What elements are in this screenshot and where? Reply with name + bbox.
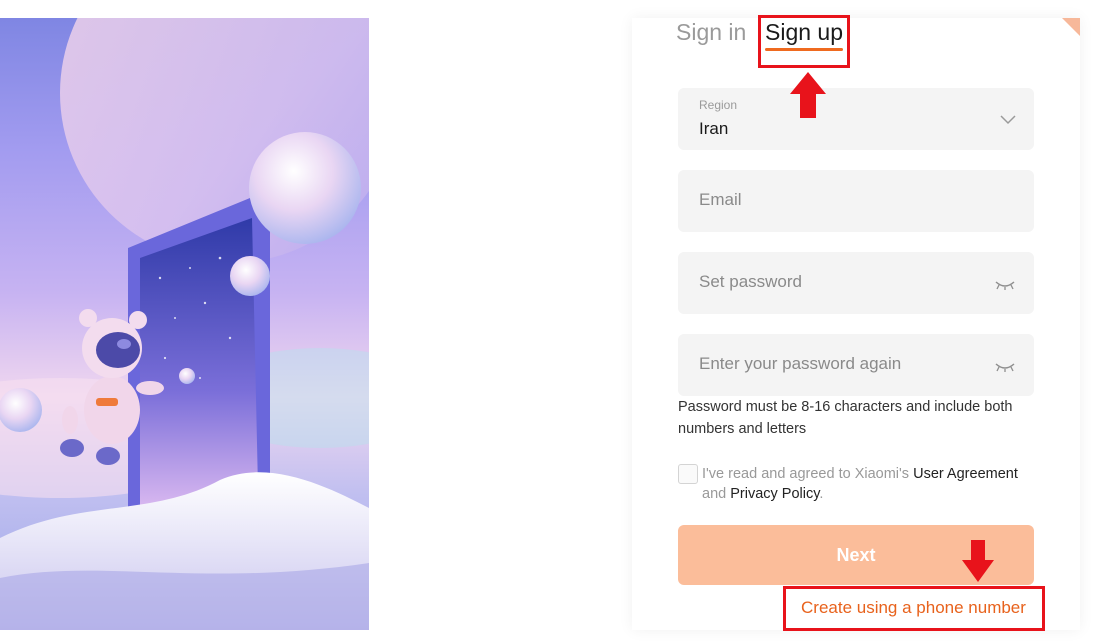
privacy-policy-link[interactable]: Privacy Policy bbox=[730, 486, 819, 502]
confirm-password-field[interactable]: Enter your password again bbox=[678, 334, 1034, 396]
region-label: Region bbox=[699, 98, 738, 112]
email-placeholder: Email bbox=[699, 190, 742, 209]
corner-decoration bbox=[1062, 18, 1080, 36]
orb-small bbox=[230, 256, 270, 296]
region-select[interactable]: Region Iran bbox=[678, 88, 1034, 150]
eye-closed-icon[interactable] bbox=[994, 360, 1016, 378]
agreement-text: I've read and agreed to Xiaomi's User Ag… bbox=[702, 464, 1042, 504]
agreement-suffix: . bbox=[819, 486, 824, 502]
chevron-down-icon[interactable] bbox=[1000, 112, 1016, 130]
arrow-down-icon bbox=[962, 540, 994, 582]
agreement-checkbox[interactable] bbox=[678, 464, 698, 484]
space-door-artwork bbox=[0, 18, 369, 630]
tab-sign-in[interactable]: Sign in bbox=[676, 18, 746, 46]
agreement-conjunction: and bbox=[702, 486, 727, 502]
password-hint: Password must be 8-16 characters and inc… bbox=[678, 399, 1013, 437]
agreement-prefix: I've read and agreed to Xiaomi's bbox=[702, 466, 910, 482]
astronaut-illustration bbox=[0, 18, 369, 630]
signup-card: Sign in Sign up Region Iran Email Set pa… bbox=[632, 18, 1080, 630]
eye-closed-icon[interactable] bbox=[994, 278, 1016, 296]
password-placeholder: Set password bbox=[699, 272, 802, 291]
confirm-password-placeholder: Enter your password again bbox=[699, 354, 902, 373]
region-value: Iran bbox=[699, 119, 729, 138]
annotation-box-sign-up bbox=[758, 15, 850, 68]
orb-left bbox=[0, 388, 42, 432]
arrow-up-icon bbox=[790, 72, 826, 118]
password-field[interactable]: Set password bbox=[678, 252, 1034, 314]
annotation-box-phone-link bbox=[783, 586, 1045, 631]
email-field[interactable]: Email bbox=[678, 170, 1034, 232]
user-agreement-link[interactable]: User Agreement bbox=[913, 466, 1018, 482]
orb-large bbox=[249, 132, 361, 244]
